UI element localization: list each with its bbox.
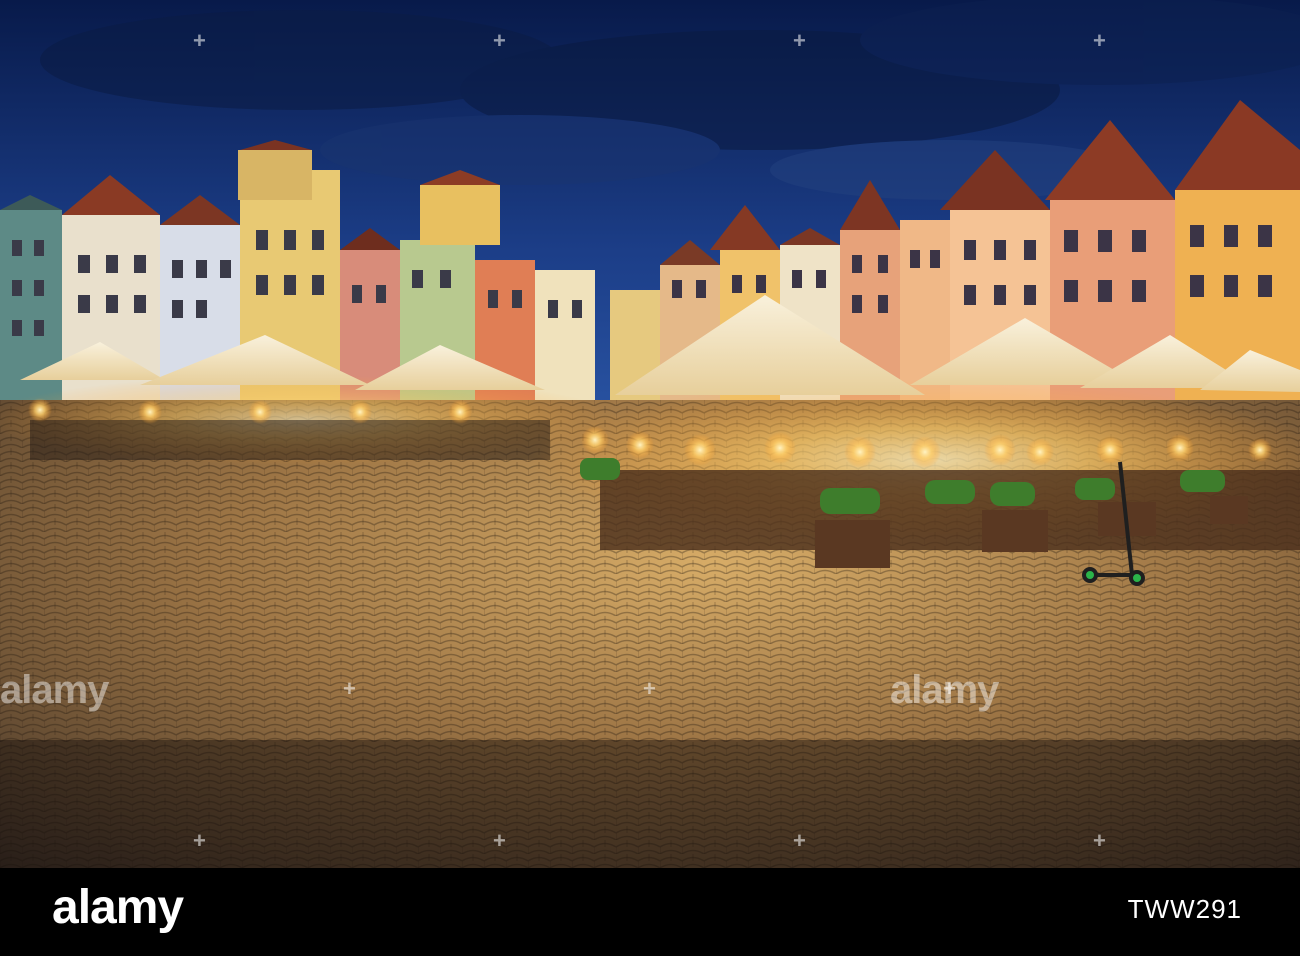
watermark-plus: + <box>343 676 356 701</box>
photo: + + + + + + + + + + + alamy alamy <box>0 0 1300 868</box>
town-square-scene <box>0 0 1300 868</box>
watermark-text: alamy <box>890 668 999 712</box>
watermark-plus: + <box>793 28 806 53</box>
alamy-logo: alamy <box>52 881 184 934</box>
watermark-plus: + <box>643 676 656 701</box>
image-id: TWW291 <box>1127 894 1242 924</box>
watermark-plus: + <box>193 28 206 53</box>
watermark-text: alamy <box>0 668 109 712</box>
watermark-plus: + <box>493 828 506 853</box>
watermark-plus: + <box>493 28 506 53</box>
watermark-plus: + <box>193 828 206 853</box>
watermark-plus: + <box>1093 828 1106 853</box>
footer-bar: alamy TWW291 <box>0 868 1300 956</box>
watermark-plus: + <box>793 828 806 853</box>
watermark-plus: + <box>1093 28 1106 53</box>
